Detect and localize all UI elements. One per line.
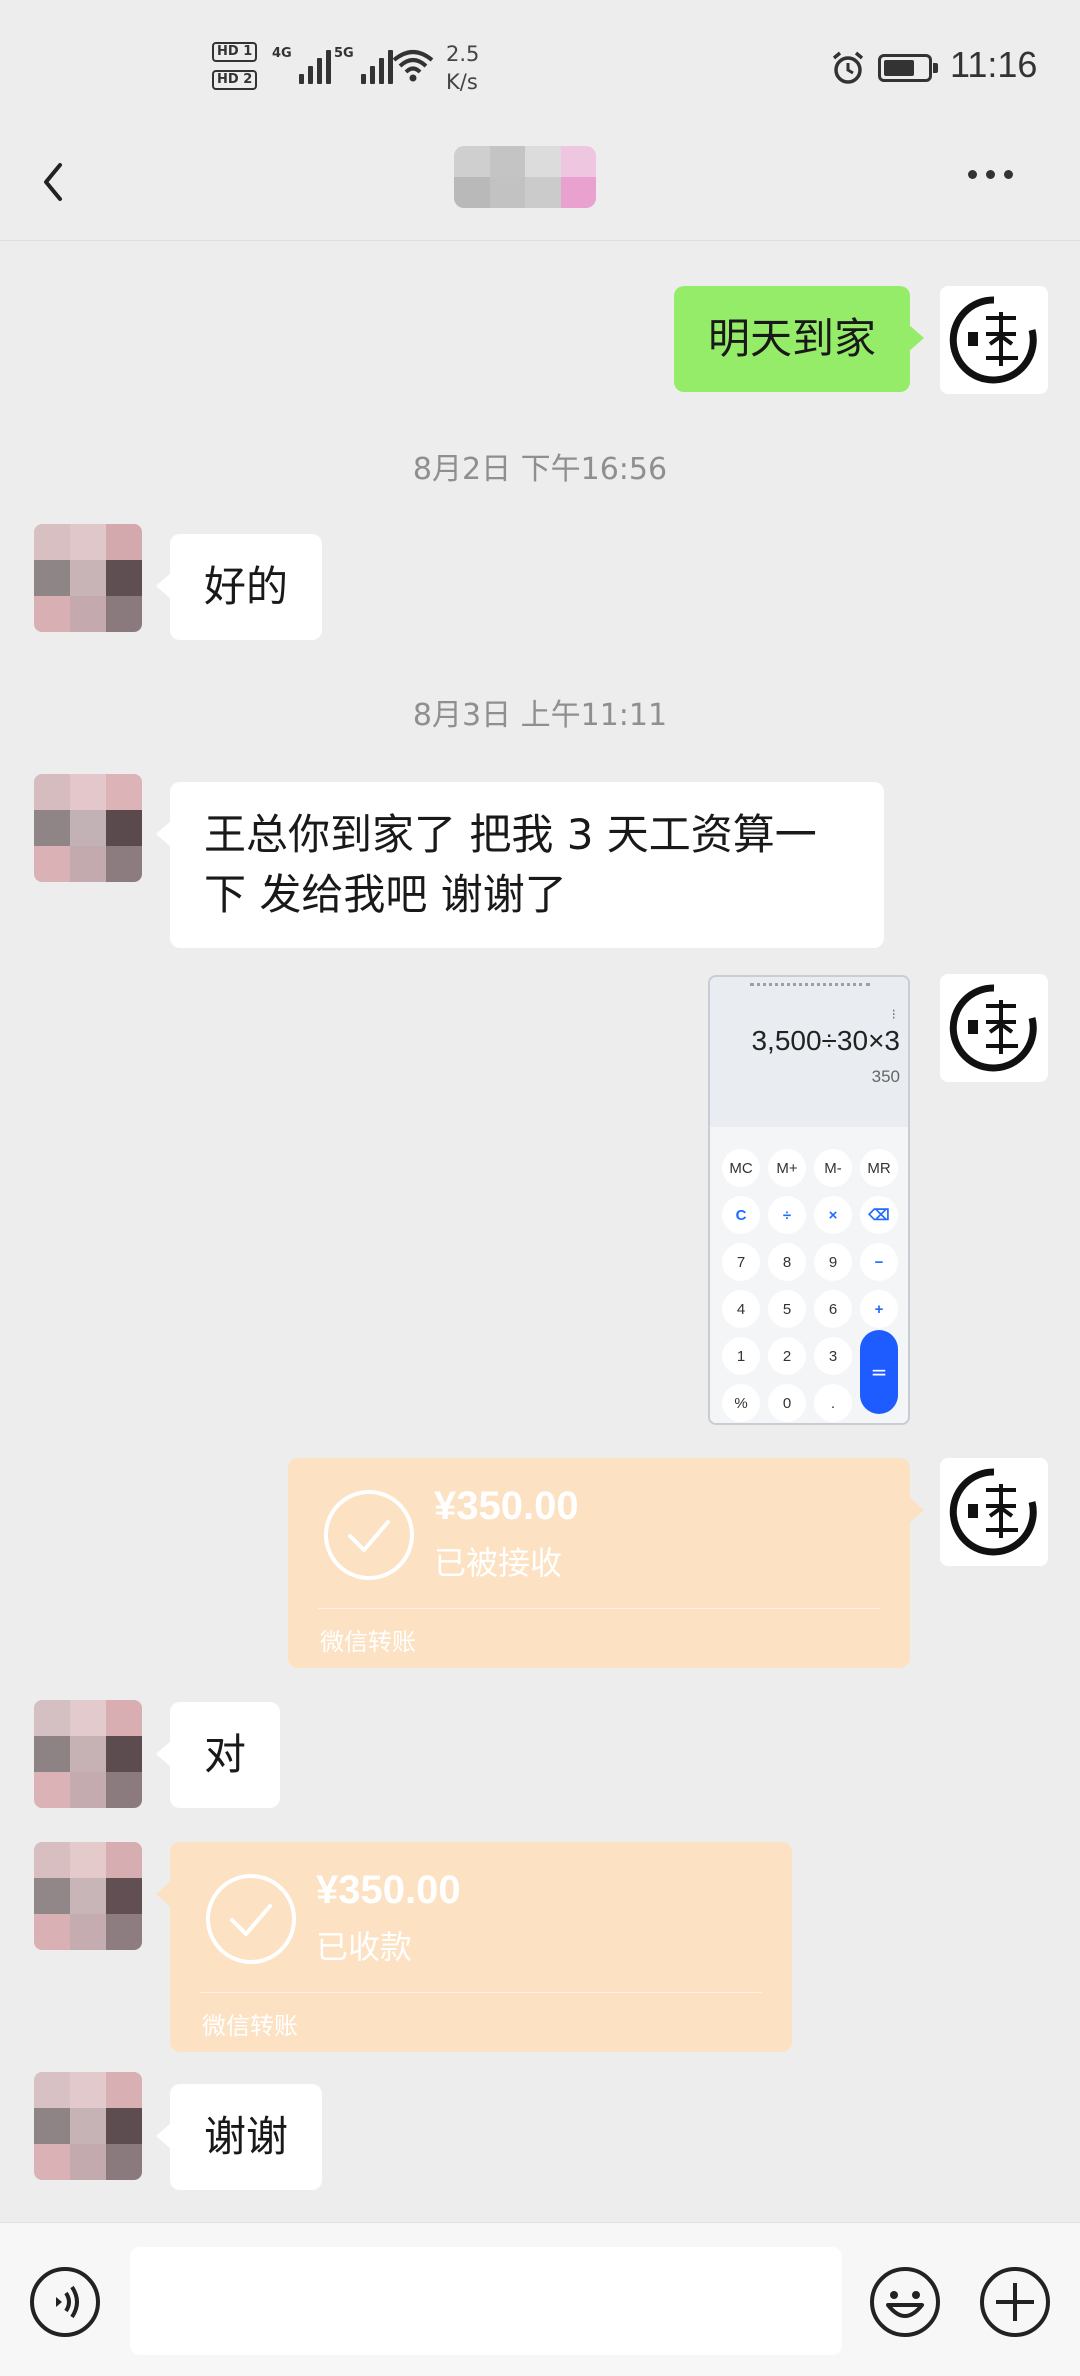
calculator-display: ⁝ 3,500÷30×3 350 — [710, 977, 908, 1127]
calculator-key: × — [814, 1196, 852, 1234]
calculator-key: ÷ — [768, 1196, 806, 1234]
signal-5g-icon: 5G — [334, 46, 393, 84]
calculator-result: 350 — [871, 1067, 900, 1086]
contact-name-blurred — [454, 146, 596, 208]
self-avatar[interactable] — [940, 974, 1048, 1082]
calculator-key: M+ — [768, 1149, 806, 1187]
calculator-key: 0 — [768, 1384, 806, 1422]
calculator-key: 3 — [814, 1337, 852, 1375]
calculator-key: ⌫ — [860, 1196, 898, 1234]
chat-header — [0, 130, 1080, 242]
alarm-icon — [830, 50, 866, 90]
message-text-line2: 下 发给我吧 谢谢了 — [204, 870, 567, 919]
calculator-key: C — [722, 1196, 760, 1234]
transfer-status: 已被接收 — [434, 1544, 563, 1582]
calculator-key: M- — [814, 1149, 852, 1187]
calculator-key: 9 — [814, 1243, 852, 1281]
message-text-line1: 王总你到家了 把我 3 天工资算一 — [204, 810, 817, 859]
calculator-key: 2 — [768, 1337, 806, 1375]
message-bubble-self[interactable]: 明天到家 — [673, 286, 925, 392]
speed-unit: K/s — [446, 70, 478, 94]
signal-4g-icon: 4G — [272, 46, 331, 84]
more-dots-icon — [968, 170, 977, 179]
calculator-key: 1 — [722, 1337, 760, 1375]
back-button[interactable] — [30, 148, 100, 218]
status-bar: HD 1 HD 2 4G 5G 2.5 K/s 11:16 — [0, 0, 1080, 130]
battery-icon — [878, 54, 938, 82]
contact-avatar[interactable] — [34, 2072, 142, 2180]
calculator-key: 7 — [722, 1243, 760, 1281]
calculator-key: MC — [722, 1149, 760, 1187]
message-bubble-other[interactable]: 对 — [155, 1702, 281, 1808]
message-bubble-other[interactable]: 谢谢 — [155, 2084, 323, 2190]
transfer-footer: 微信转账 — [320, 1628, 416, 1656]
hd-indicator: HD 1 HD 2 — [212, 40, 258, 96]
transfer-amount: ¥350.00 — [434, 1484, 579, 1528]
wechat-transfer-card[interactable]: ¥350.00 已收款 微信转账 — [156, 1842, 792, 2052]
more-functions-button[interactable] — [978, 2265, 1052, 2343]
calculator-key: 8 — [768, 1243, 806, 1281]
message-bubble-other[interactable]: 好的 — [155, 534, 323, 640]
calculator-key: MR — [860, 1149, 898, 1187]
wechat-transfer-card[interactable]: ¥350.00 已被接收 微信转账 — [288, 1458, 924, 1668]
contact-avatar[interactable] — [34, 774, 142, 882]
message-input[interactable] — [130, 2247, 842, 2355]
battery-fill — [884, 60, 914, 76]
calculator-key-equals: = — [860, 1330, 898, 1414]
self-avatar[interactable] — [940, 286, 1048, 394]
transfer-footer: 微信转账 — [202, 2012, 298, 2040]
timestamp: 8月2日 下午16:56 — [412, 452, 668, 487]
header-divider — [0, 240, 1080, 241]
wifi-icon — [392, 48, 434, 86]
calculator-screenshot-image[interactable]: ⁝ 3,500÷30×3 350 MC M+ M- MR C ÷ × ⌫ 7 8 9−4 5 6 +1 2 3… — [708, 975, 910, 1425]
more-button[interactable] — [968, 170, 1013, 179]
transfer-status: 已收款 — [316, 1928, 413, 1966]
emoji-icon — [870, 2267, 940, 2337]
chevron-left-icon — [44, 163, 62, 201]
contact-avatar[interactable] — [34, 524, 142, 632]
calculator-key: 4 — [722, 1290, 760, 1328]
message-text: 谢谢 — [204, 2112, 289, 2161]
transfer-amount: ¥350.00 — [316, 1868, 461, 1912]
message-text: 对 — [204, 1730, 247, 1779]
self-avatar[interactable] — [940, 1458, 1048, 1566]
calculator-key: . — [814, 1384, 852, 1422]
avatar-seal-icon — [949, 984, 1037, 1072]
network-type-4g: 4G — [272, 46, 292, 61]
calculator-key: + — [860, 1290, 898, 1328]
avatar-seal-icon — [949, 296, 1037, 384]
calculator-expression: 3,500÷30×3 — [751, 1025, 900, 1056]
message-bubble-other[interactable]: 王总你到家了 把我 3 天工资算一 下 发给我吧 谢谢了 — [156, 782, 884, 948]
clock: 11:16 — [950, 44, 1038, 85]
calculator-key: 5 — [768, 1290, 806, 1328]
speed-value: 2.5 — [446, 42, 480, 66]
message-text: 明天到家 — [707, 314, 876, 363]
contact-avatar[interactable] — [34, 1842, 142, 1950]
plus-icon — [980, 2267, 1050, 2337]
chat-input-bar — [0, 2222, 1080, 2376]
avatar-seal-icon — [949, 1468, 1037, 1556]
calculator-menu-icon: ⁝ — [891, 1007, 896, 1023]
network-speed: 2.5 K/s — [446, 40, 479, 96]
check-circle-icon — [206, 1874, 296, 1964]
contact-avatar[interactable] — [34, 1700, 142, 1808]
timestamp: 8月3日 上午11:11 — [412, 698, 668, 733]
check-circle-icon — [324, 1490, 414, 1580]
emoji-button[interactable] — [868, 2265, 942, 2343]
hd1-badge: HD 1 — [212, 42, 258, 62]
message-text: 好的 — [204, 562, 289, 611]
voice-icon — [30, 2267, 100, 2337]
voice-button[interactable] — [28, 2265, 102, 2343]
hd2-badge: HD 2 — [212, 70, 258, 90]
calculator-key: − — [860, 1243, 898, 1281]
calculator-key: % — [722, 1384, 760, 1422]
calculator-key: 6 — [814, 1290, 852, 1328]
network-type-5g: 5G — [334, 46, 354, 61]
